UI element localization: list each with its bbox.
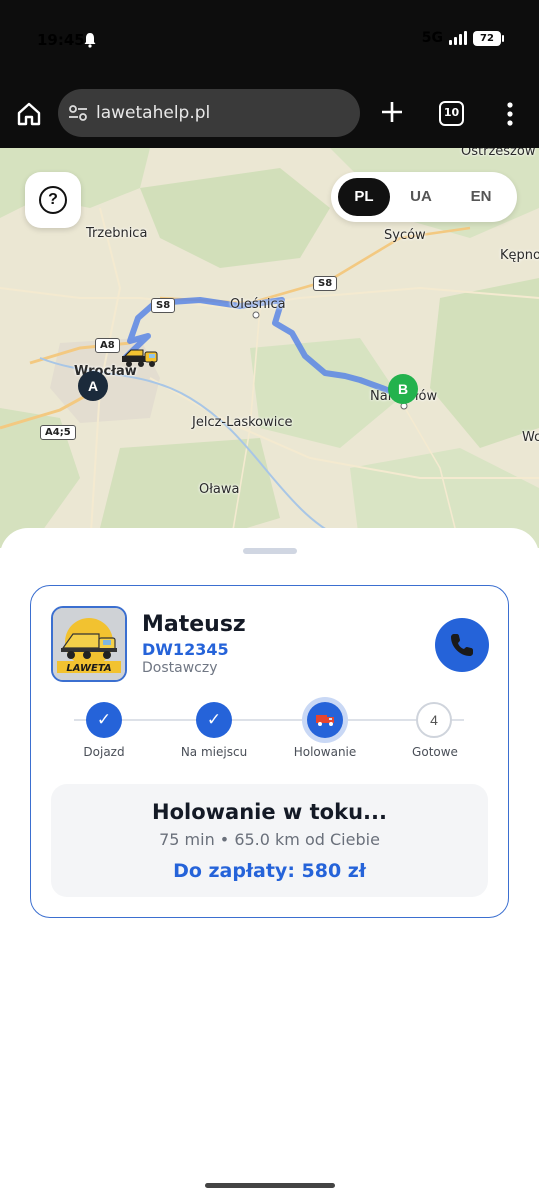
status-indicators: 5G 72 (421, 30, 504, 46)
phone-icon (451, 634, 473, 656)
step-4-pending: 4 (416, 702, 452, 738)
home-indicator[interactable] (205, 1183, 335, 1188)
step-1-done: ✓ (86, 702, 122, 738)
step-label: Dojazd (83, 745, 125, 759)
battery-icon: 72 (473, 30, 504, 46)
notification-bell-icon (84, 33, 96, 48)
language-switcher: PL UA EN (331, 172, 517, 222)
place-label: Jelcz-Laskowice (192, 415, 293, 430)
license-plate: DW12345 (142, 640, 229, 659)
network-type: 5G (421, 30, 443, 46)
step-3-active (307, 702, 343, 738)
language-en-button[interactable]: EN (455, 178, 507, 216)
place-label: Wo (522, 430, 539, 445)
payment-amount: Do zapłaty: 580 zł (173, 860, 366, 882)
step-label: Gotowe (412, 745, 458, 759)
help-icon: ? (39, 186, 67, 214)
call-driver-button[interactable] (435, 618, 489, 672)
signal-strength-icon (449, 31, 467, 45)
tow-truck-step-icon (316, 715, 334, 726)
language-pl-button[interactable]: PL (338, 178, 390, 216)
progress-track (74, 719, 464, 721)
marker-a[interactable]: A (78, 371, 108, 401)
place-label: Syców (384, 228, 426, 243)
place-label: Kępno (500, 248, 539, 263)
road-shield: A4;5 (40, 425, 76, 440)
eta-distance: 75 min • 65.0 km od Ciebie (159, 830, 380, 849)
new-tab-plus-icon[interactable] (380, 100, 404, 124)
road-shield: S8 (313, 276, 338, 291)
step-label: Holowanie (293, 745, 357, 759)
company-logo: LAWETA (51, 606, 127, 682)
vehicle-type: Dostawczy (142, 660, 218, 676)
language-ua-button[interactable]: UA (395, 178, 447, 216)
status-title: Holowanie w toku... (152, 800, 387, 824)
laweta-logo-icon: LAWETA (53, 608, 125, 680)
driver-name: Mateusz (142, 612, 246, 637)
marker-b[interactable]: B (388, 374, 418, 404)
url-text[interactable]: lawetahelp.pl (96, 103, 210, 123)
place-label: Ostrzeszów (461, 148, 536, 159)
site-settings-icon[interactable] (68, 104, 88, 122)
tab-switcher-icon[interactable]: 10 (439, 101, 464, 126)
home-icon[interactable] (16, 101, 42, 127)
tow-truck-icon[interactable] (121, 348, 159, 368)
status-time: 19:45 (37, 31, 85, 49)
sheet-drag-handle[interactable] (243, 548, 297, 554)
more-menu-icon[interactable] (506, 101, 514, 127)
road-shield: A8 (95, 338, 120, 353)
step-label: Na miejscu (180, 745, 248, 759)
help-button[interactable]: ? (25, 172, 81, 228)
place-label: Trzebnica (86, 226, 148, 241)
place-label: Oława (199, 482, 240, 497)
place-label: Oleśnica (230, 297, 286, 312)
logo-text: LAWETA (66, 663, 111, 674)
step-2-done: ✓ (196, 702, 232, 738)
road-shield: S8 (151, 298, 176, 313)
